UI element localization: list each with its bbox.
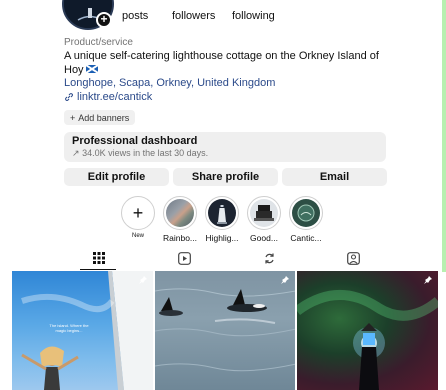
share-profile-button[interactable]: Share profile	[173, 168, 278, 186]
email-button[interactable]: Email	[282, 168, 387, 186]
cottage-thumbnail	[250, 199, 278, 227]
link-icon	[65, 93, 73, 101]
profile-stats: posts followers following	[122, 10, 275, 22]
trend-arrow-icon: ↗	[72, 148, 80, 158]
highlight-rainbow[interactable]: Rainbo...	[162, 196, 198, 243]
pin-icon	[424, 276, 433, 284]
highlight-good-circle	[247, 196, 281, 230]
dashboard-title: Professional dashboard	[72, 135, 198, 147]
story-highlights: + New Rainbo... Highlig... Good... Canti…	[120, 196, 324, 243]
tab-grid[interactable]	[91, 250, 107, 266]
stat-followers-label[interactable]: followers	[172, 10, 232, 22]
profile-link[interactable]: linktr.ee/cantick	[64, 91, 152, 103]
highlight-highlights-circle	[205, 196, 239, 230]
post-lighthouse-with-aurora[interactable]	[297, 271, 439, 390]
highlight-label: New	[131, 233, 144, 239]
right-edge-strip	[442, 0, 446, 272]
pin-icon	[138, 276, 147, 284]
post-woman-at-lighthouse[interactable]: The island. Where the magic begins...	[12, 271, 153, 390]
professional-dashboard[interactable]: Professional dashboard ↗ 34.0K views in …	[64, 132, 386, 162]
highlight-label: Cantic...	[290, 233, 322, 243]
profile-avatar[interactable]: +	[62, 0, 114, 30]
highlight-cantick-circle	[289, 196, 323, 230]
reposts-icon	[264, 253, 274, 263]
edit-profile-button[interactable]: Edit profile	[64, 168, 169, 186]
profile-category: Product/service	[64, 37, 133, 48]
post-orcas-in-sea[interactable]	[154, 271, 296, 390]
lighthouse-thumbnail	[208, 199, 236, 227]
dashboard-subtitle: ↗ 34.0K views in the last 30 days.	[72, 148, 378, 159]
tab-tagged[interactable]	[345, 250, 361, 266]
add-banners-button[interactable]: + Add banners	[64, 110, 136, 125]
highlight-rainbow-circle	[163, 196, 197, 230]
highlight-new[interactable]: + New	[120, 196, 156, 243]
grid-icon	[93, 252, 105, 264]
bio-line-2: Hoy	[64, 64, 84, 76]
cottage-icon	[254, 205, 274, 221]
active-tab-indicator	[80, 269, 116, 270]
highlight-label: Rainbo...	[162, 233, 198, 243]
profile-location[interactable]: Longhope, Scapa, Orkney, United Kingdom	[64, 77, 275, 89]
rainbow-thumbnail	[166, 199, 194, 227]
bio-line-1: A unique self-catering lighthouse cottag…	[64, 50, 379, 62]
dashboard-subtitle-text: 34.0K views in the last 30 days.	[82, 148, 209, 158]
highlight-highlights[interactable]: Highlig...	[204, 196, 240, 243]
reels-icon	[177, 251, 191, 265]
lighthouse-icon	[217, 205, 227, 224]
add-story-icon[interactable]: +	[96, 12, 112, 28]
highlight-label: Highlig...	[205, 233, 239, 243]
logo-thumbnail	[292, 199, 320, 227]
highlight-good[interactable]: Good...	[246, 196, 282, 243]
pin-icon	[281, 276, 290, 284]
stat-posts-label[interactable]: posts	[122, 10, 172, 22]
highlight-label: Good...	[250, 233, 278, 243]
profile-link-text: linktr.ee/cantick	[77, 91, 153, 103]
highlight-new-circle: +	[121, 196, 155, 230]
profile-action-buttons: Edit profile Share profile Email	[64, 168, 387, 186]
tab-reposts[interactable]	[261, 250, 277, 266]
highlight-cantick[interactable]: Cantic...	[288, 196, 324, 243]
posts-grid: The island. Where the magic begins...	[12, 271, 439, 390]
plus-icon: +	[124, 199, 152, 227]
stat-following-label[interactable]: following	[232, 10, 275, 22]
post-caption: The island. Where the magic begins...	[49, 323, 89, 333]
tab-reels[interactable]	[176, 250, 192, 266]
profile-bio: A unique self-catering lighthouse cottag…	[64, 49, 394, 77]
add-banners-label: Add banners	[78, 112, 130, 123]
plus-icon: +	[70, 112, 76, 123]
post-image	[297, 290, 439, 390]
profile-tabs	[0, 250, 446, 270]
post-image	[154, 288, 296, 372]
scotland-flag-icon	[85, 65, 98, 73]
logo-icon	[297, 204, 315, 222]
tagged-icon	[346, 251, 360, 265]
